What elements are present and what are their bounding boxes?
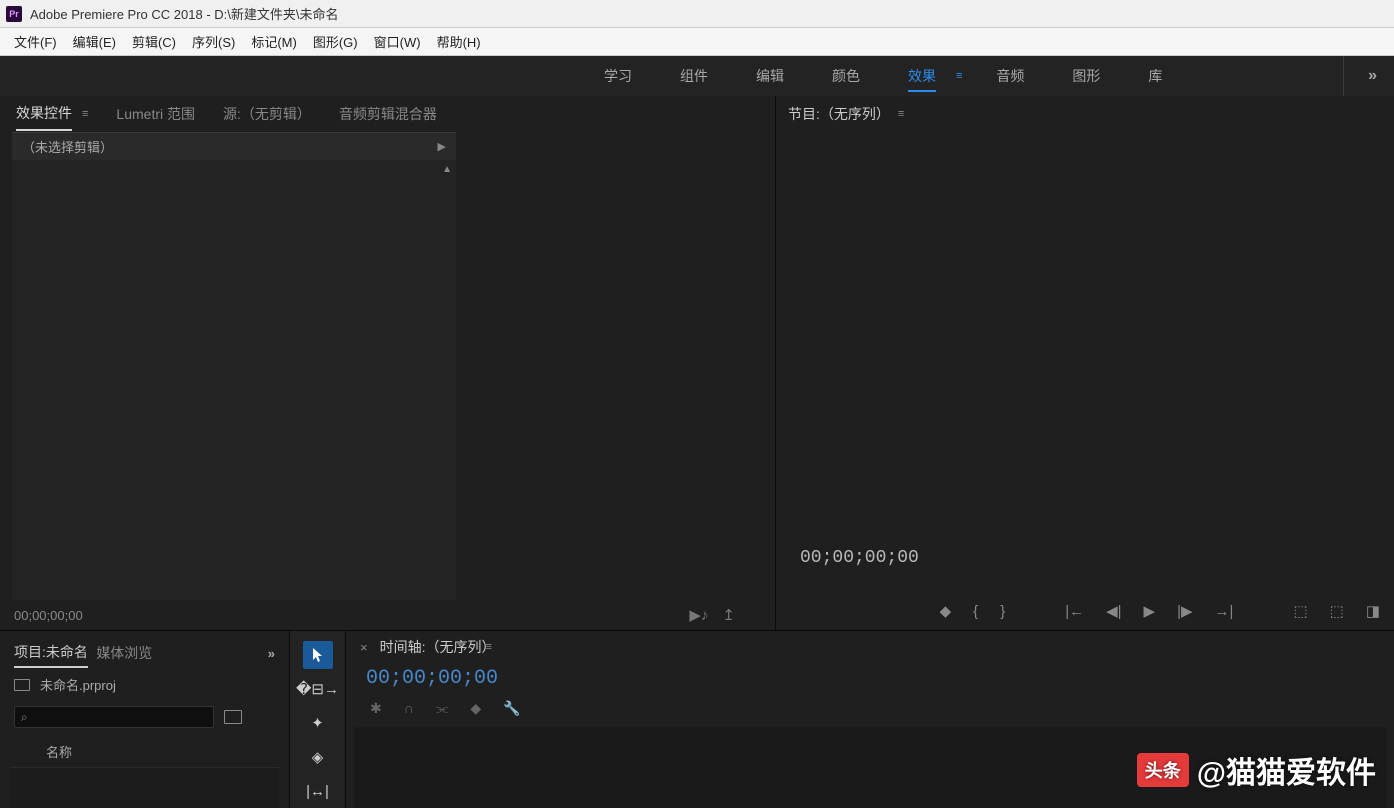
search-icon: ⌕ (21, 710, 28, 725)
in-point-icon[interactable]: { (973, 603, 978, 620)
menu-graphics[interactable]: 图形(G) (307, 29, 364, 54)
title-bar: Pr Adobe Premiere Pro CC 2018 - D:\新建文件夹… (0, 0, 1394, 28)
menu-clip[interactable]: 剪辑(C) (126, 29, 182, 54)
project-overflow[interactable]: » (268, 646, 275, 661)
effect-controls-body: （未选择剪辑） ▶ ▲ 00;00;00;00 ▶♪ ↥ (0, 132, 775, 630)
menu-edit[interactable]: 编辑(E) (67, 29, 122, 54)
program-monitor: 00;00;00;00 ◆ { } |← ◀| ▶ |▶ →| ⬚ ⬚ ◨ (776, 132, 1394, 630)
snap-icon[interactable]: ✱ (370, 700, 382, 717)
bottom-panels: 项目:未命名 ≡ 媒体浏览 » 未命名.prproj ⌕ 名称 �⊟→ ✦ ◈ … (0, 630, 1394, 808)
scroll-up-icon[interactable]: ▲ (442, 164, 452, 175)
program-timecode: 00;00;00;00 (800, 548, 919, 568)
track-select-tool[interactable]: �⊟→ (303, 675, 333, 703)
new-bin-icon[interactable] (224, 710, 242, 724)
menu-file[interactable]: 文件(F) (8, 29, 63, 54)
program-menu-icon[interactable]: ≡ (898, 108, 904, 120)
program-header: 节目:（无序列） ≡ (776, 96, 1394, 132)
timeline-panel: × 时间轴:（无序列） ≡ 00;00;00;00 ✱ ∩ ⫘ ◆ 🔧 (346, 631, 1394, 808)
export-frame-icon[interactable]: ◨ (1366, 602, 1380, 620)
top-panels: 效果控件 ≡ Lumetri 范围 源:（无剪辑） 音频剪辑混合器 （未选择剪辑… (0, 96, 1394, 630)
timeline-toolbar: ✱ ∩ ⫘ ◆ 🔧 (346, 694, 1394, 723)
source-panel: 效果控件 ≡ Lumetri 范围 源:（无剪辑） 音频剪辑混合器 （未选择剪辑… (0, 96, 776, 630)
workspace-overflow[interactable]: » (1343, 56, 1376, 96)
menu-marker[interactable]: 标记(M) (245, 29, 303, 54)
effect-controls-list: ▲ (12, 160, 456, 600)
menu-sequence[interactable]: 序列(S) (186, 29, 241, 54)
project-list[interactable] (10, 768, 279, 808)
workspace-library[interactable]: 库 (1124, 56, 1186, 96)
menu-window[interactable]: 窗口(W) (368, 29, 427, 54)
goto-in-icon[interactable]: |← (1065, 603, 1084, 620)
lift-icon[interactable]: ⬚ (1293, 602, 1307, 620)
play-arrow-icon[interactable]: ▶ (438, 140, 446, 153)
effect-controls-header: （未选择剪辑） ▶ (12, 132, 456, 160)
out-point-icon[interactable]: } (1000, 603, 1005, 620)
program-panel: 节目:（无序列） ≡ 00;00;00;00 ◆ { } |← ◀| ▶ |▶ … (776, 96, 1394, 630)
effect-controls-menu-icon[interactable]: ≡ (82, 108, 88, 120)
app-icon: Pr (6, 6, 22, 22)
marker-icon[interactable]: ◆ (940, 602, 952, 620)
selection-tool[interactable] (303, 641, 333, 669)
folder-icon (14, 679, 30, 691)
no-clip-label: （未选择剪辑） (22, 137, 438, 156)
workspace-edit[interactable]: 编辑 (732, 56, 808, 96)
tab-effect-controls[interactable]: 效果控件 (16, 97, 72, 131)
program-controls: ◆ { } |← ◀| ▶ |▶ →| ⬚ ⬚ ◨ (776, 602, 1394, 620)
project-filename: 未命名.prproj (40, 675, 116, 694)
slip-tool[interactable]: |↔| (303, 777, 333, 805)
step-back-icon[interactable]: ◀| (1106, 602, 1121, 620)
effect-controls-footer: 00;00;00;00 ▶♪ ↥ (0, 600, 775, 630)
project-panel: 项目:未命名 ≡ 媒体浏览 » 未命名.prproj ⌕ 名称 (0, 631, 290, 808)
tab-media-browser[interactable]: 媒体浏览 (96, 639, 152, 667)
extract-icon[interactable]: ⬚ (1330, 602, 1344, 620)
tab-audio-mixer[interactable]: 音频剪辑混合器 (339, 98, 437, 130)
timeline-title: 时间轴:（无序列） (380, 637, 496, 657)
workspace-audio[interactable]: 音频 (972, 56, 1048, 96)
workspace-effects[interactable]: 效果 (884, 56, 960, 96)
workspace-learn[interactable]: 学习 (580, 56, 656, 96)
export-icon[interactable]: ↥ (722, 606, 735, 624)
timeline-menu-icon[interactable]: ≡ (485, 641, 491, 653)
tab-lumetri[interactable]: Lumetri 范围 (116, 98, 195, 130)
play-icon[interactable]: ▶ (1144, 602, 1156, 620)
timeline-close-icon[interactable]: × (360, 640, 368, 655)
tool-palette: �⊟→ ✦ ◈ |↔| (290, 631, 346, 808)
timeline-tracks[interactable] (354, 727, 1386, 808)
magnet-icon[interactable]: ∩ (404, 700, 414, 717)
project-search-input[interactable]: ⌕ (14, 706, 214, 728)
menu-bar: 文件(F) 编辑(E) 剪辑(C) 序列(S) 标记(M) 图形(G) 窗口(W… (0, 28, 1394, 56)
marker-timeline-icon[interactable]: ◆ (470, 700, 481, 717)
linked-selection-icon[interactable]: ⫘ (436, 700, 449, 717)
project-column-name[interactable]: 名称 (10, 732, 279, 768)
goto-out-icon[interactable]: →| (1215, 603, 1234, 620)
workspace-assembly[interactable]: 组件 (656, 56, 732, 96)
tab-source[interactable]: 源:（无剪辑） (223, 98, 311, 130)
workspace-color[interactable]: 颜色 (808, 56, 884, 96)
ripple-edit-tool[interactable]: ✦ (303, 709, 333, 737)
source-panel-tabs: 效果控件 ≡ Lumetri 范围 源:（无剪辑） 音频剪辑混合器 (0, 96, 775, 132)
toggle-icon[interactable]: ▶♪ (689, 606, 708, 624)
workspace-bar: 学习 组件 编辑 颜色 效果 ≡ 音频 图形 库 » (0, 56, 1394, 96)
window-title: Adobe Premiere Pro CC 2018 - D:\新建文件夹\未命… (30, 4, 338, 23)
razor-tool[interactable]: ◈ (303, 743, 333, 771)
settings-icon[interactable]: 🔧 (503, 700, 520, 717)
timeline-timecode[interactable]: 00;00;00;00 (346, 663, 1394, 694)
cursor-icon (310, 647, 326, 663)
program-title: 节目:（无序列） (788, 104, 890, 124)
tab-project[interactable]: 项目:未命名 (14, 638, 88, 668)
workspace-graphics[interactable]: 图形 (1048, 56, 1124, 96)
menu-help[interactable]: 帮助(H) (431, 29, 487, 54)
step-forward-icon[interactable]: |▶ (1177, 602, 1192, 620)
project-menu-icon[interactable]: ≡ (80, 647, 86, 659)
project-file-row: 未命名.prproj (0, 667, 289, 702)
source-timecode: 00;00;00;00 (14, 608, 83, 623)
